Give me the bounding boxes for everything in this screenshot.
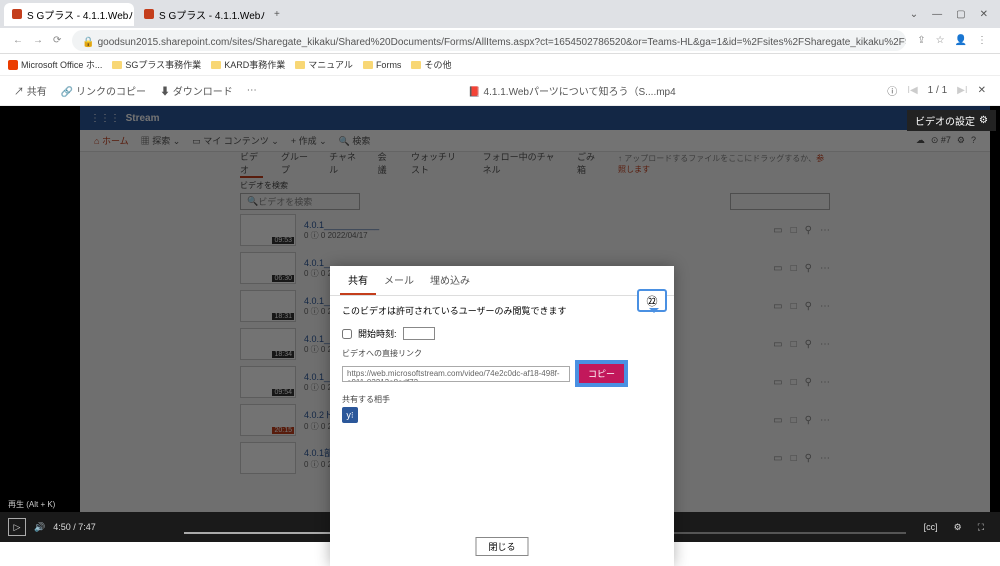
- file-name: 📕 4.1.1.Webパーツについて知ろう（S....mp4: [271, 83, 873, 98]
- browser-tab-active[interactable]: S Gプラス - 4.1.1.Webパーツに ×: [4, 3, 134, 26]
- copy-button[interactable]: コピー: [576, 361, 627, 386]
- time-display: 4:50 / 7:47: [53, 522, 96, 532]
- video-viewport: ビデオの設定 ⚙ ⋮⋮⋮ Stream ⌂ ホーム ▦ 探索 ⌄ ▭ マイ コン…: [0, 106, 1000, 542]
- bookmark-item[interactable]: その他: [411, 58, 451, 71]
- bookmark-item[interactable]: KARD事務作業: [211, 58, 285, 71]
- browser-tab-inactive[interactable]: S Gプラス - 4.1.1.Webパーツに ×: [136, 3, 266, 26]
- tab-embed[interactable]: 埋め込み: [422, 266, 478, 295]
- prev-icon[interactable]: I◀: [907, 85, 917, 96]
- bookmark-item[interactable]: SGプラス事務作業: [112, 58, 201, 71]
- next-icon[interactable]: ▶I: [957, 85, 967, 96]
- start-time-input[interactable]: [403, 327, 435, 340]
- minimize-icon[interactable]: —: [932, 9, 942, 20]
- folder-icon: [211, 61, 221, 69]
- forward-icon: →: [33, 35, 43, 46]
- gear-icon: ⚙: [979, 115, 988, 126]
- menu-icon[interactable]: ⋮: [977, 35, 987, 46]
- share-with-label: 共有する相手: [342, 394, 662, 405]
- download-button[interactable]: ⬇ ダウンロード: [160, 83, 233, 98]
- sharepoint-icon: [12, 9, 22, 19]
- tab-title: S Gプラス - 4.1.1.Webパーツに: [27, 7, 134, 22]
- profile-icon[interactable]: 👤: [955, 35, 967, 46]
- office-icon: [8, 60, 18, 70]
- lock-icon: 🔒: [82, 37, 94, 48]
- play-button[interactable]: ▷: [8, 518, 26, 536]
- bookmarks-bar: Microsoft Office ホ... SGプラス事務作業 KARD事務作業…: [0, 54, 1000, 76]
- settings-icon[interactable]: ⚙: [954, 522, 962, 533]
- back-icon[interactable]: ←: [13, 35, 23, 46]
- url-input[interactable]: 🔒 goodsun2015.sharepoint.com/sites/Share…: [72, 30, 906, 51]
- folder-icon: [295, 61, 305, 69]
- yammer-icon[interactable]: y⁝: [342, 407, 358, 423]
- new-tab-button[interactable]: +: [268, 9, 286, 20]
- star-icon[interactable]: ☆: [936, 35, 945, 46]
- maximize-icon[interactable]: ▢: [956, 9, 965, 20]
- address-bar: ← → ⟳ 🔒 goodsun2015.sharepoint.com/sites…: [0, 28, 1000, 54]
- link-label: ビデオへの直接リンク: [342, 348, 662, 359]
- reload-icon[interactable]: ⟳: [53, 35, 61, 46]
- url-text: goodsun2015.sharepoint.com/sites/Sharega…: [98, 37, 907, 48]
- bookmark-item[interactable]: Microsoft Office ホ...: [8, 58, 102, 71]
- folder-icon: [112, 61, 122, 69]
- start-at-checkbox[interactable]: [342, 329, 352, 339]
- bookmark-item[interactable]: Forms: [363, 60, 402, 70]
- info-icon[interactable]: ⓘ: [887, 83, 897, 98]
- sharepoint-toolbar: ↗ 共有 🔗 リンクのコピー ⬇ ダウンロード ⋯ 📕 4.1.1.Webパーツ…: [0, 76, 1000, 106]
- annotation-callout-22: ㉒: [637, 289, 667, 312]
- page-indicator: 1 / 1: [928, 85, 947, 96]
- cc-icon[interactable]: [cc]: [924, 522, 938, 532]
- bookmark-item[interactable]: マニュアル: [295, 58, 353, 71]
- folder-icon: [363, 61, 373, 69]
- folder-icon: [411, 61, 421, 69]
- video-url-input[interactable]: https://web.microsoftstream.com/video/74…: [342, 366, 570, 382]
- video-settings-button[interactable]: ビデオの設定 ⚙: [907, 110, 996, 131]
- tab-share[interactable]: 共有: [340, 266, 376, 295]
- share-icon[interactable]: ⇪: [917, 35, 925, 46]
- tab-title: S Gプラス - 4.1.1.Webパーツに: [159, 7, 266, 22]
- chevron-down-icon[interactable]: ⌄: [910, 9, 918, 20]
- sharepoint-icon: [144, 9, 154, 19]
- fullscreen-icon[interactable]: ⛶: [978, 522, 984, 533]
- start-at-label: 開始時刻:: [358, 327, 397, 340]
- more-icon[interactable]: ⋯: [247, 85, 257, 96]
- close-button[interactable]: 閉じる: [475, 537, 528, 556]
- volume-icon[interactable]: 🔊: [34, 522, 45, 533]
- tab-mail[interactable]: メール: [376, 266, 422, 295]
- close-window-icon[interactable]: ✕: [980, 9, 988, 20]
- copy-link-button[interactable]: 🔗 リンクのコピー: [61, 83, 146, 98]
- share-button[interactable]: ↗ 共有: [14, 83, 47, 98]
- close-viewer-icon[interactable]: ✕: [978, 85, 986, 96]
- browser-tab-strip: S Gプラス - 4.1.1.Webパーツに × S Gプラス - 4.1.1.…: [0, 0, 1000, 28]
- replay-hint: 再生 (Alt + K): [8, 499, 55, 510]
- dialog-tabs: 共有 メール 埋め込み: [330, 266, 674, 296]
- dialog-message: このビデオは許可されているユーザーのみ閲覧できます: [342, 304, 662, 317]
- share-dialog: 共有 メール 埋め込み このビデオは許可されているユーザーのみ閲覧できます 開始…: [330, 266, 674, 566]
